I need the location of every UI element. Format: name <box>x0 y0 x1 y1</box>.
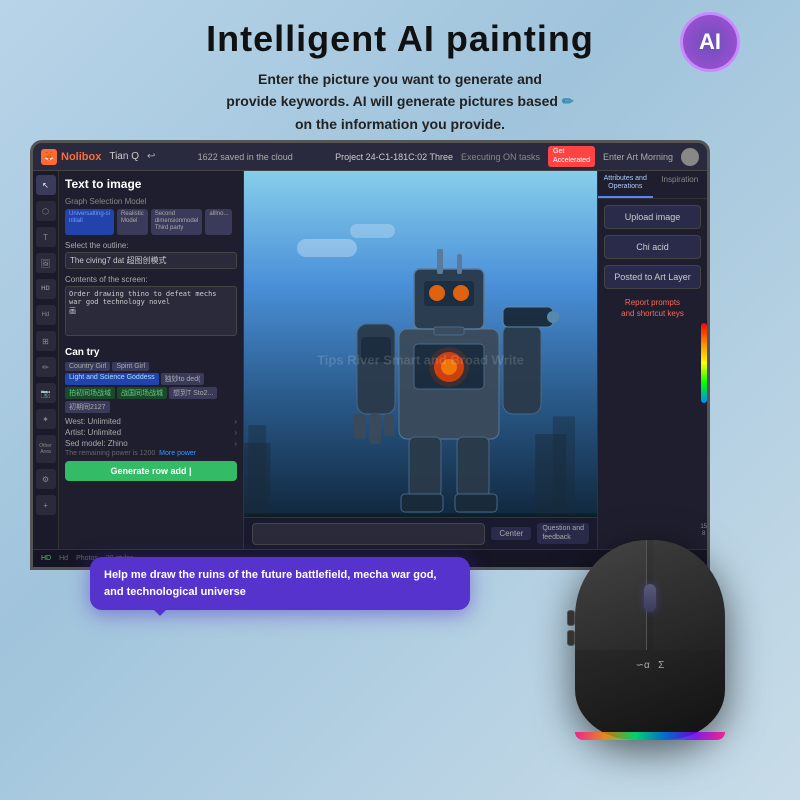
power-remaining: The remaining power is 1200 More power <box>65 450 237 457</box>
speech-bubble: Help me draw the ruins of the future bat… <box>90 557 470 610</box>
try-tag-country-girl[interactable]: Country Girl <box>65 362 110 371</box>
topbar-executing: Executing ON tasks <box>461 152 540 162</box>
icon-other-area[interactable]: OtherArea <box>36 435 56 463</box>
topbar: 🦊 Nolibox Tian Q ↩ 1622 saved in the clo… <box>33 143 707 171</box>
model-options: Universalting-sinitiall RealisticModel S… <box>65 209 237 235</box>
nolibox-logo-icon: 🦊 <box>41 149 57 165</box>
topbar-avatar <box>681 148 699 166</box>
mouse-left-button[interactable] <box>575 540 647 650</box>
try-row-sedmodel[interactable]: Sed model: Zhino › <box>65 439 237 448</box>
topbar-save-info: 1622 saved in the cloud <box>163 152 327 162</box>
model-opt-alt[interactable]: alllno... <box>205 209 232 235</box>
mouse-side-buttons <box>567 610 575 646</box>
left-panel: Text to image Graph Selection Model Univ… <box>59 171 244 549</box>
try-row-west[interactable]: West: Unlimited › <box>65 417 237 426</box>
model-opt-realistic[interactable]: RealisticModel <box>117 209 148 235</box>
mouse-scroll-wheel[interactable] <box>644 584 656 612</box>
app-ui: 🦊 Nolibox Tian Q ↩ 1622 saved in the clo… <box>33 143 707 567</box>
try-tag-light-goddess[interactable]: Light and Science Goddess <box>65 373 159 385</box>
model-label: Graph Selection Model <box>65 197 237 206</box>
icon-edit[interactable]: ✏ <box>36 357 56 377</box>
icon-text[interactable]: T <box>36 227 56 247</box>
topbar-undo-icon[interactable]: ↩ <box>147 151 155 162</box>
try-tag-5[interactable]: 初期同2127 <box>65 401 110 413</box>
mouse-body: ∽α Σ <box>575 540 725 740</box>
topbar-enter-art[interactable]: Enter Art Morning <box>603 152 673 162</box>
try-tag-1[interactable]: 独妙to ded( <box>161 373 205 385</box>
right-tabs: Attributes andOperations Inspiration <box>598 171 707 199</box>
panel-title: Text to image <box>65 177 237 191</box>
mouse-logo: ∽α Σ <box>636 660 665 671</box>
topbar-user: Tian Q <box>109 151 139 162</box>
mouse-side-btn-2[interactable] <box>567 630 575 646</box>
try-tag-2[interactable]: 拍初同场战域 <box>65 387 115 399</box>
icon-photos[interactable]: 📷 <box>36 383 56 403</box>
right-panel-body: Upload image Chi acid Posted to Art Laye… <box>598 199 707 549</box>
posted-art-layer-button[interactable]: Posted to Art Layer <box>604 265 701 289</box>
bottom-prompt-bar: Center Question and feedback <box>244 517 597 549</box>
select-outline-label: Select the outline: <box>65 241 237 250</box>
header: Intelligent AI painting Enter the pictur… <box>0 0 800 135</box>
icon-image[interactable]: 🖼 <box>36 253 56 273</box>
tab-inspiration[interactable]: Inspiration <box>653 171 708 198</box>
status-item-hd: HD <box>41 555 51 562</box>
outline-dropdown[interactable]: The civing7 dat 超图创模式 <box>65 252 237 269</box>
icon-shapes[interactable]: ⬡ <box>36 201 56 221</box>
report-prompts-link[interactable]: Report prompts and shortcut keys <box>604 297 701 319</box>
mouse: ∽α Σ <box>550 540 750 780</box>
icon-settings[interactable]: ⚙ <box>36 469 56 489</box>
tab-attributes[interactable]: Attributes andOperations <box>598 171 653 198</box>
monitor: 🦊 Nolibox Tian Q ↩ 1622 saved in the clo… <box>30 140 710 600</box>
monitor-screen: 🦊 Nolibox Tian Q ↩ 1622 saved in the clo… <box>30 140 710 570</box>
icon-hd[interactable]: HD <box>36 279 56 299</box>
canvas-area[interactable]: Tips River Smart and Broad Write Center … <box>244 171 597 549</box>
topbar-project: Project 24-C1-181C:02 Three <box>335 152 453 162</box>
color-strip <box>701 323 707 403</box>
background-buildings <box>244 322 597 549</box>
speech-bubble-text: Help me draw the ruins of the future bat… <box>104 569 437 598</box>
status-item-hd2: Hd <box>59 555 68 562</box>
mech-image: Tips River Smart and Broad Write <box>244 171 597 549</box>
header-subtitle: Enter the picture you want to generate a… <box>0 68 800 135</box>
icon-layers[interactable]: ⊞ <box>36 331 56 351</box>
upload-image-button[interactable]: Upload image <box>604 205 701 229</box>
main-layout: ↖ ⬡ T 🖼 HD Hd ⊞ ✏ 📷 ✦ OtherArea ⚙ + Text <box>33 171 707 549</box>
left-icon-bar: ↖ ⬡ T 🖼 HD Hd ⊞ ✏ 📷 ✦ OtherArea ⚙ + <box>33 171 59 549</box>
try-tag-4[interactable]: 想到T Sto2... <box>169 387 217 399</box>
can-try-label: Can try <box>65 347 237 358</box>
right-panel: Attributes andOperations Inspiration Upl… <box>597 171 707 549</box>
model-opt-universal[interactable]: Universalting-sinitiall <box>65 209 114 235</box>
more-power-link[interactable]: More power <box>159 450 196 457</box>
contents-label: Contents of the screen: <box>65 275 237 284</box>
mouse-side-btn-1[interactable] <box>567 610 575 626</box>
try-tag-3[interactable]: 战国同场战城 <box>117 387 167 399</box>
topbar-logo: 🦊 Nolibox <box>41 149 101 165</box>
center-button[interactable]: Center <box>491 527 531 540</box>
mouse-rgb-strip <box>575 732 725 740</box>
chi-acid-button[interactable]: Chi acid <box>604 235 701 259</box>
icon-styles[interactable]: ✦ <box>36 409 56 429</box>
try-tag-spirit-girl[interactable]: Spirit Girl <box>112 362 149 371</box>
icon-cursor[interactable]: ↖ <box>36 175 56 195</box>
prompt-input[interactable] <box>252 523 485 545</box>
contents-textarea[interactable]: Order drawing thino to defeat mechs war … <box>65 286 237 336</box>
icon-hd2[interactable]: Hd <box>36 305 56 325</box>
ai-logo: AI <box>680 12 740 72</box>
generate-button[interactable]: Generate row add | <box>65 461 237 481</box>
try-row-artist[interactable]: Artist: Unlimited › <box>65 428 237 437</box>
mouse-right-button[interactable] <box>653 540 725 650</box>
get-accelerated-button[interactable]: Get Accelerated <box>548 146 595 167</box>
model-opt-second[interactable]: SeconddimensionmodelThird party <box>151 209 203 235</box>
side-numbers: 15 8 <box>700 524 707 537</box>
icon-plus[interactable]: + <box>36 495 56 515</box>
try-tags: Country Girl Spirit Girl Light and Scien… <box>65 362 237 413</box>
